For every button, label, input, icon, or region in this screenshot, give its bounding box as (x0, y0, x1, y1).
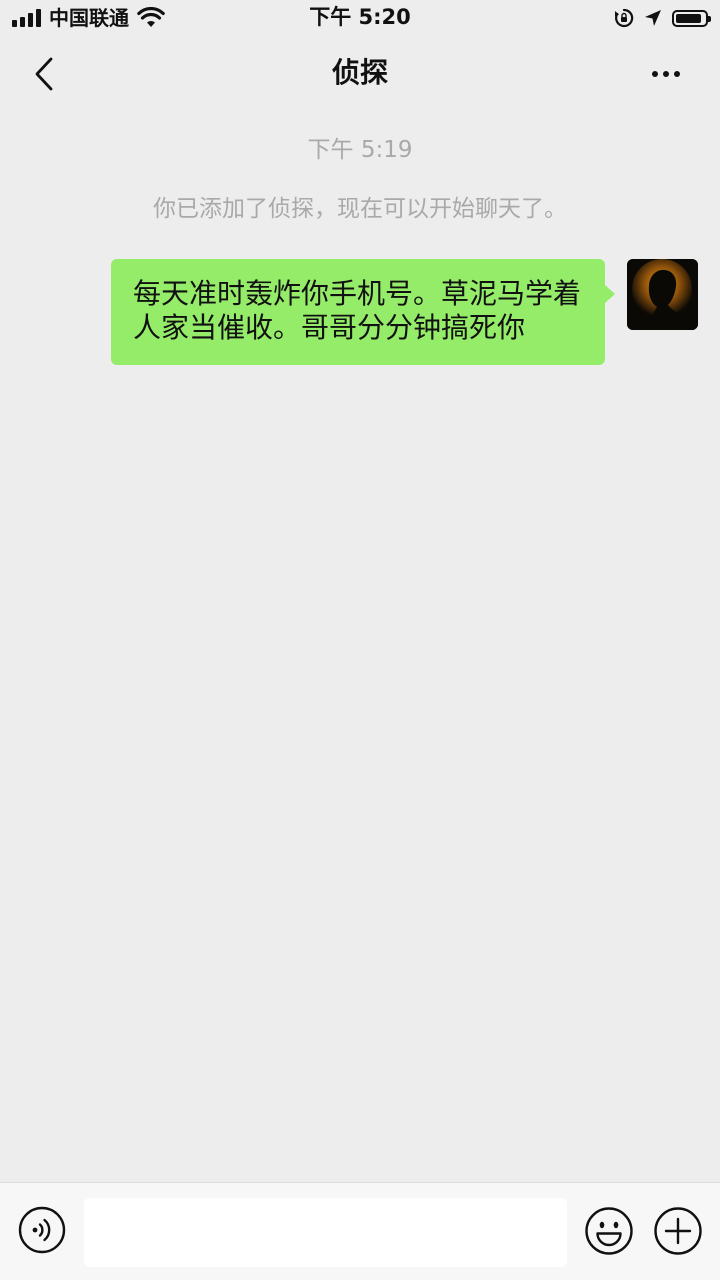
voice-button[interactable] (18, 1206, 66, 1254)
more-dots-icon (663, 71, 669, 77)
chat-timestamp: 下午 5:19 (307, 137, 413, 163)
status-right (614, 6, 711, 30)
message-row: 每天准时轰炸你手机号。草泥马学着人家当催收。哥哥分分钟搞死你 (111, 259, 698, 365)
status-time: 下午 5:20 (309, 5, 411, 29)
voice-icon (18, 1206, 66, 1254)
battery-level (676, 13, 702, 23)
status-bar: 中国联通 下午 5:20 (0, 0, 720, 36)
location-icon (645, 10, 661, 26)
nav-bar: 侦探 (0, 36, 720, 110)
more-dots-icon (652, 71, 658, 77)
avatar[interactable] (627, 259, 698, 330)
message-bubble[interactable]: 每天准时轰炸你手机号。草泥马学着人家当催收。哥哥分分钟搞死你 (111, 259, 615, 365)
plus-icon (654, 1207, 702, 1255)
plus-button[interactable] (653, 1206, 703, 1256)
page-title: 侦探 (331, 56, 388, 89)
system-message: 你已添加了侦探，现在可以开始聊天了。 (153, 196, 567, 222)
emoji-icon (585, 1207, 633, 1255)
battery-icon (672, 9, 711, 27)
input-bar (0, 1182, 720, 1280)
more-dots-icon (674, 71, 680, 77)
chat-screen: 中国联通 下午 5:20 侦探 下午 5:19 你已添加了侦探，现在可以开始聊天… (0, 0, 720, 1280)
message-input[interactable] (84, 1198, 567, 1267)
emoji-button[interactable] (584, 1206, 634, 1256)
more-button[interactable] (644, 56, 688, 92)
rotation-lock-icon (615, 8, 634, 28)
avatar-silhouette-icon (627, 259, 698, 330)
